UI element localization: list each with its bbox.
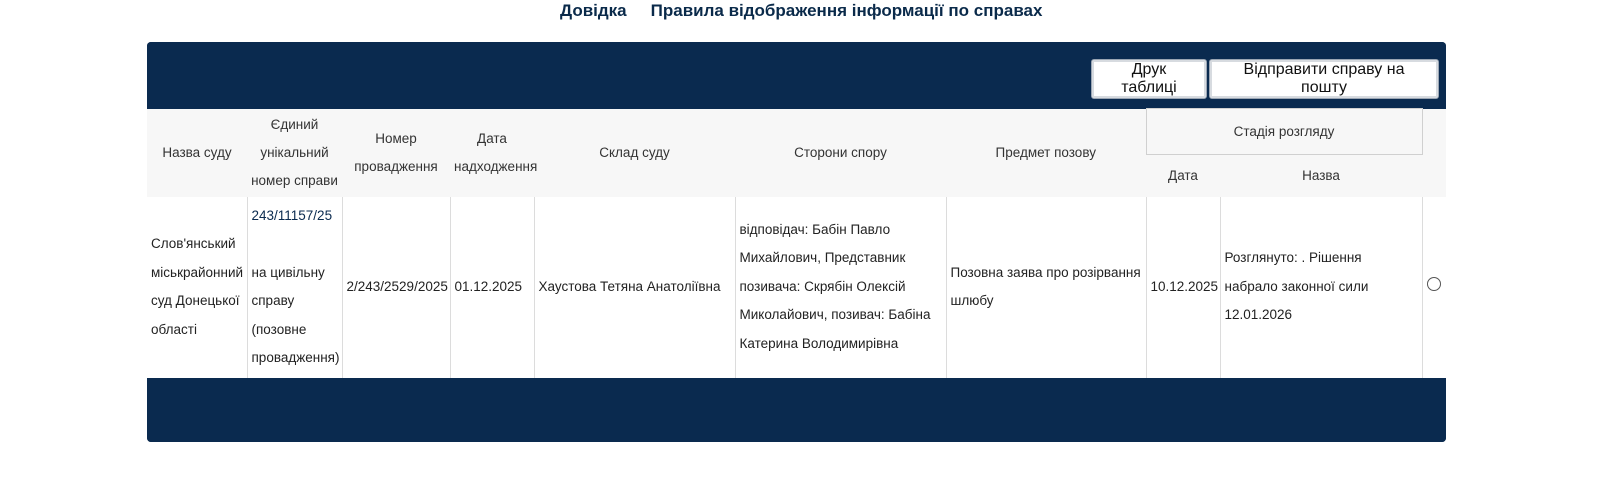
panel-header: Друк таблиці Відправити справу на пошту — [147, 42, 1446, 108]
header-subject: Предмет позову — [946, 108, 1146, 197]
cell-unique-number: 243/11157/25 на цивільну справу (позовне… — [246, 196, 342, 378]
header-panel: Склад суду — [534, 108, 735, 197]
rules-link[interactable]: Правила відображення інформації по справ… — [651, 0, 1043, 24]
print-table-button[interactable]: Друк таблиці — [1091, 59, 1207, 99]
row-select-radio[interactable] — [1427, 276, 1442, 291]
cell-select — [1421, 196, 1446, 378]
cases-table: Назва суду Єдиний унікальний номер справ… — [147, 108, 1446, 378]
header-stage-name: Назва — [1220, 154, 1423, 197]
cell-stage-name: Розглянуто: . Рішення набрало законної с… — [1219, 196, 1423, 378]
top-links: Довідка Правила відображення інформації … — [560, 0, 1042, 24]
cell-stage-date: 10.12.2025 — [1145, 196, 1220, 378]
header-select — [1422, 108, 1446, 197]
header-proceeding-number: Номер провадження — [342, 108, 450, 197]
header-stage-date: Дата — [1146, 154, 1220, 197]
cases-panel: Друк таблиці Відправити справу на пошту … — [147, 42, 1446, 442]
table-row: Слов'янський міськрайонний суд Донецької… — [147, 196, 1446, 378]
cell-court: Слов'янський міськрайонний суд Донецької… — [147, 196, 247, 378]
cell-received-date: 01.12.2025 — [449, 196, 534, 378]
header-stage: Стадія розгляду — [1145, 108, 1423, 155]
table-header: Назва суду Єдиний унікальний номер справ… — [147, 108, 1446, 197]
cell-panel: Хаустова Тетяна Анатоліївна — [533, 196, 735, 378]
header-unique-number: Єдиний унікальний номер справи — [247, 108, 342, 197]
cell-subject: Позовна заява про розірвання шлюбу — [945, 196, 1146, 378]
case-type-text: на цивільну справу (позовне провадження) — [251, 264, 340, 366]
header-parties: Сторони спору — [735, 108, 946, 197]
header-court: Назва суду — [147, 108, 247, 197]
help-link[interactable]: Довідка — [560, 0, 627, 24]
panel-footer — [147, 377, 1446, 442]
cell-proceeding-number: 2/243/2529/2025 — [341, 196, 450, 378]
cell-parties: відповідач: Бабін Павло Михайлович, Пред… — [734, 196, 946, 378]
send-case-email-button[interactable]: Відправити справу на пошту — [1209, 59, 1439, 99]
header-received-date: Дата надходження — [450, 108, 537, 197]
case-number-link[interactable]: 243/11157/25 — [252, 208, 333, 223]
